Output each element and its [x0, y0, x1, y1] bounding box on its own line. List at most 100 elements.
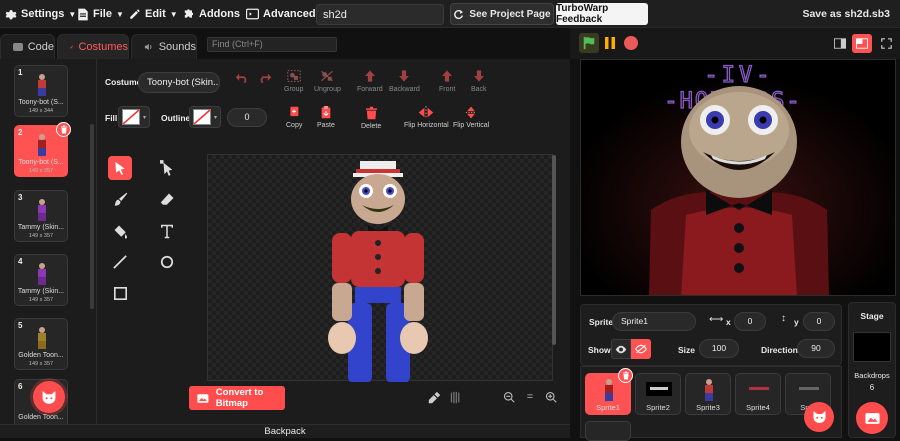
addons-menu[interactable]: Addons	[183, 0, 240, 28]
flip-horizontal-icon	[419, 106, 434, 119]
circle-tool[interactable]	[155, 250, 179, 274]
advanced-menu[interactable]: Advanced	[246, 0, 316, 28]
pause-button[interactable]	[603, 36, 617, 53]
stop-button[interactable]	[624, 36, 638, 50]
y-position-input[interactable]: 0	[803, 312, 835, 331]
edit-menu[interactable]: Edit ▼	[129, 0, 178, 28]
dark-mode-button[interactable]	[472, 387, 492, 407]
see-project-page-button[interactable]: See Project Page	[450, 3, 554, 25]
size-input[interactable]: 100	[699, 339, 739, 358]
costume-item[interactable]: 1 Toony-bot (S... 149 x 344	[14, 65, 68, 117]
tab-code[interactable]: Code	[0, 34, 55, 59]
copy-button[interactable]: Copy	[286, 106, 302, 129]
backdrop-thumbnail	[853, 332, 891, 362]
delete-sprite-button[interactable]	[618, 368, 633, 383]
fill-label: Fill	[105, 113, 118, 123]
costume-item[interactable]: 4 Tammy (Skin... 149 x 357	[14, 254, 68, 306]
code-icon	[13, 43, 23, 51]
costume-size: 149 x 357	[28, 168, 54, 174]
backpack-label: Backpack	[264, 426, 306, 437]
menu-bar: Settings ▼ File ▼ Edit ▼ Addons Advanced…	[0, 0, 900, 28]
paste-button[interactable]: Paste	[317, 106, 335, 129]
costume-size: 149 x 357	[28, 233, 54, 239]
flip-vertical-button[interactable]: Flip Vertical	[453, 106, 489, 129]
rectangle-tool[interactable]	[108, 281, 132, 305]
trash-icon	[622, 371, 629, 380]
group-button[interactable]: Group	[284, 69, 303, 93]
front-button[interactable]: Front	[439, 69, 455, 93]
file-menu[interactable]: File ▼	[77, 0, 124, 28]
fill-color-picker[interactable]: ▾	[118, 106, 150, 128]
costume-size: 149 x 357	[28, 297, 54, 303]
feedback-button[interactable]: TurboWarp Feedback	[556, 3, 648, 25]
costume-name-input[interactable]: Toony-bot (Skin...	[138, 72, 220, 93]
select-tool[interactable]	[108, 156, 132, 180]
flip-horizontal-button[interactable]: Flip Horizontal	[404, 106, 449, 129]
add-costume-button[interactable]	[33, 381, 65, 413]
tab-sounds[interactable]: Sounds	[131, 34, 197, 59]
image-icon	[197, 393, 209, 403]
add-sprite-button[interactable]	[804, 402, 834, 432]
delete-button[interactable]: Delete	[361, 106, 381, 130]
paint-canvas[interactable]	[208, 155, 552, 382]
stage-canvas[interactable]: -IV- -HORRORS-	[580, 59, 896, 296]
outline-color-picker[interactable]: ▾	[189, 106, 221, 128]
show-sprite-button[interactable]	[611, 339, 631, 359]
chevron-down-icon: ▾	[143, 114, 147, 121]
delete-costume-button[interactable]	[56, 122, 71, 137]
costume-list-scrollbar[interactable]	[90, 124, 94, 309]
outline-width-input[interactable]: 0	[227, 108, 267, 127]
cat-icon	[42, 390, 56, 404]
zoom-reset-button[interactable]: =	[520, 387, 540, 407]
costume-item[interactable]: 3 Tammy (Skin... 149 x 357	[14, 190, 68, 242]
see-project-page-label: See Project Page	[469, 8, 551, 20]
sprite-label: Sprite	[589, 317, 614, 327]
brush-icon	[114, 192, 127, 206]
editor-tabs: Code Costumes Sounds	[0, 34, 200, 59]
costume-thumbnail	[38, 199, 46, 221]
add-backdrop-button[interactable]	[856, 402, 888, 434]
sprite-name-input[interactable]: Sprite1	[612, 312, 696, 331]
settings-menu[interactable]: Settings ▼	[4, 0, 76, 28]
small-stage-button[interactable]	[830, 34, 850, 53]
find-input[interactable]: Find (Ctrl+F)	[207, 37, 337, 52]
project-title-input[interactable]	[316, 4, 444, 25]
convert-to-bitmap-button[interactable]: Convert to Bitmap	[189, 386, 285, 410]
zoom-in-button[interactable]	[541, 387, 561, 407]
brush-size-button[interactable]	[445, 387, 465, 407]
line-tool[interactable]	[108, 250, 132, 274]
green-flag-button[interactable]	[579, 33, 599, 53]
fullscreen-button[interactable]	[876, 34, 896, 53]
back-button[interactable]: Back	[471, 69, 487, 93]
zoom-out-button[interactable]	[499, 387, 519, 407]
hide-sprite-button[interactable]	[631, 339, 651, 359]
costume-thumbnail	[38, 134, 46, 156]
sprite-item[interactable]: Sprite4	[735, 373, 781, 415]
large-stage-button[interactable]	[852, 34, 872, 53]
backpack-bar[interactable]: Backpack	[0, 424, 570, 438]
redo-button[interactable]	[258, 73, 272, 83]
sprite-item[interactable]: Sprite3	[685, 373, 731, 415]
costume-list: 1 Toony-bot (S... 149 x 344 2 Toony-bot …	[0, 59, 97, 424]
fill-tool[interactable]	[108, 219, 132, 243]
tab-costumes[interactable]: Costumes	[57, 34, 129, 59]
save-as-link[interactable]: Save as sh2d.sb3	[802, 0, 890, 28]
forward-label: Forward	[357, 86, 383, 93]
canvas-vertical-scrollbar[interactable]	[552, 155, 556, 345]
eraser-tool[interactable]	[155, 187, 179, 211]
brush-tool[interactable]	[108, 187, 132, 211]
direction-input[interactable]: 90	[797, 339, 835, 358]
text-tool[interactable]	[155, 219, 179, 243]
undo-button[interactable]	[235, 73, 249, 83]
sprite-item[interactable]	[585, 421, 631, 441]
no-color-swatch-icon	[122, 109, 140, 125]
speaker-icon	[144, 43, 152, 51]
sprite-item[interactable]: Sprite2	[635, 373, 681, 415]
backward-button[interactable]: Backward	[389, 69, 420, 93]
forward-button[interactable]: Forward	[357, 69, 383, 93]
eyedropper-button[interactable]	[424, 387, 444, 407]
x-position-input[interactable]: 0	[734, 312, 766, 331]
ungroup-button[interactable]: Ungroup	[314, 69, 341, 93]
reshape-tool[interactable]	[155, 156, 179, 180]
costume-item[interactable]: 5 Golden Toon... 149 x 357	[14, 318, 68, 370]
